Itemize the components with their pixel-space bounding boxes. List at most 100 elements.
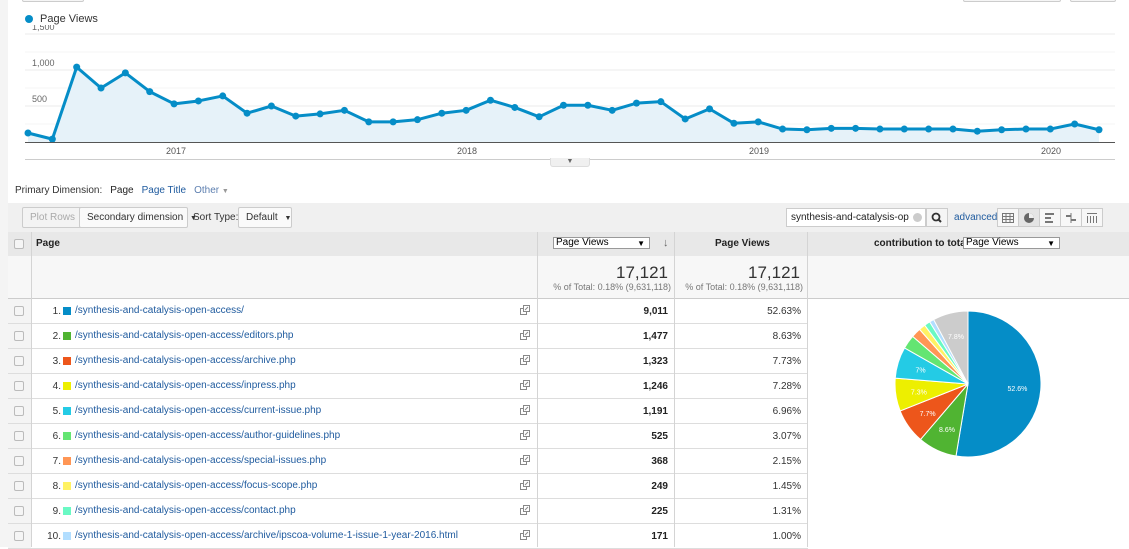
- search-button[interactable]: [926, 208, 948, 227]
- data-point: [1046, 125, 1054, 133]
- data-point: [194, 97, 202, 105]
- open-in-new-window-icon[interactable]: [520, 430, 530, 440]
- metric-select[interactable]: Page Views ▼: [553, 237, 650, 249]
- view-percentage-button[interactable]: [1018, 208, 1040, 227]
- row-index: 9.: [52, 506, 61, 517]
- data-point: [219, 92, 227, 100]
- page-link[interactable]: /synthesis-and-catalysis-open-access/inp…: [75, 380, 296, 391]
- pie-slice[interactable]: [955, 310, 1042, 458]
- page-link[interactable]: /synthesis-and-catalysis-open-access/foc…: [75, 480, 317, 491]
- row-checkbox[interactable]: [14, 531, 24, 541]
- row-checkbox[interactable]: [14, 306, 24, 316]
- data-point: [267, 102, 275, 110]
- contribution-percent: 52.63%: [767, 306, 801, 317]
- row-checkbox[interactable]: [14, 381, 24, 391]
- column-header-page-views[interactable]: Page Views: [715, 238, 770, 249]
- y-tick-label: 500: [32, 94, 47, 104]
- data-point: [608, 106, 616, 114]
- page-link[interactable]: /synthesis-and-catalysis-open-access/spe…: [75, 455, 326, 466]
- y-tick-label: 1,000: [32, 58, 55, 68]
- open-in-new-window-icon[interactable]: [520, 480, 530, 490]
- row-checkbox[interactable]: [14, 356, 24, 366]
- total-page-views: 17,121: [616, 263, 668, 282]
- data-point: [73, 63, 81, 71]
- dimension-other[interactable]: Other ▼: [194, 185, 229, 196]
- row-index: 10.: [47, 531, 61, 542]
- data-point: [754, 118, 762, 126]
- contribution-select[interactable]: Page Views ▼: [963, 237, 1060, 249]
- data-point: [486, 96, 494, 104]
- chart-interval-toggle[interactable]: [963, 0, 1061, 2]
- table-row: 8. /synthesis-and-catalysis-open-access/f…: [8, 474, 808, 499]
- page-views-line-chart[interactable]: 500 1,000 1,500 2017 2018 2019 2020: [0, 25, 1129, 165]
- view-pivot-button[interactable]: [1081, 208, 1103, 227]
- legend-label: Page Views: [40, 13, 98, 25]
- dimension-page[interactable]: Page: [110, 185, 133, 196]
- row-checkbox[interactable]: [14, 456, 24, 466]
- data-point: [827, 124, 835, 132]
- table-filter-input[interactable]: synthesis-and-catalysis-op: [786, 208, 926, 227]
- dimension-page-title[interactable]: Page Title: [142, 185, 186, 196]
- table-row: 1. /synthesis-and-catalysis-open-access/9…: [8, 299, 808, 324]
- row-checkbox[interactable]: [14, 331, 24, 341]
- view-performance-button[interactable]: [1039, 208, 1061, 227]
- open-in-new-window-icon[interactable]: [520, 330, 530, 340]
- totals-row: 17,121 % of Total: 0.18% (9,631,118) 17,…: [8, 256, 1129, 299]
- secondary-dimension-dropdown[interactable]: Secondary dimension ▼: [79, 207, 197, 228]
- sort-descending-icon[interactable]: ↓: [663, 237, 669, 249]
- page-link[interactable]: /synthesis-and-catalysis-open-access/edi…: [75, 330, 293, 341]
- view-data-button[interactable]: [997, 208, 1019, 227]
- pie-slice-label: 8.6%: [939, 427, 955, 434]
- page-views-value: 1,477: [642, 331, 668, 342]
- page-link[interactable]: /synthesis-and-catalysis-open-access/arc…: [75, 355, 296, 366]
- select-all-checkbox[interactable]: [14, 239, 24, 249]
- page-link[interactable]: /synthesis-and-catalysis-open-access/arc…: [75, 530, 458, 541]
- view-comparison-button[interactable]: [1060, 208, 1082, 227]
- row-checkbox[interactable]: [14, 431, 24, 441]
- open-in-new-window-icon[interactable]: [520, 505, 530, 515]
- primary-dimension-bar: Primary Dimension: Page Page Title Other…: [15, 185, 229, 196]
- date-range-button[interactable]: [22, 0, 84, 2]
- total-page-views-percent-2: % of Total: 0.18% (9,631,118): [685, 282, 803, 292]
- contribution-pie-chart[interactable]: 52.6% 8.6% 7.7% 7.3% 7% 7.8%: [890, 306, 1050, 466]
- row-index: 2.: [52, 331, 61, 342]
- row-checkbox[interactable]: [14, 481, 24, 491]
- data-point: [535, 113, 543, 121]
- column-header-page[interactable]: Page: [36, 238, 60, 249]
- clear-icon[interactable]: [913, 213, 922, 222]
- page-link[interactable]: /synthesis-and-catalysis-open-access/con…: [75, 505, 296, 516]
- x-tick-label: 2017: [166, 146, 186, 156]
- column-divider: [807, 232, 808, 547]
- collapse-chart-handle[interactable]: ▼: [550, 158, 590, 167]
- row-checkbox[interactable]: [14, 506, 24, 516]
- data-point: [462, 106, 470, 114]
- open-in-new-window-icon[interactable]: [520, 530, 530, 540]
- page-link[interactable]: /synthesis-and-catalysis-open-access/aut…: [75, 430, 340, 441]
- contribution-percent: 3.07%: [772, 431, 801, 442]
- open-in-new-window-icon[interactable]: [520, 405, 530, 415]
- page-link[interactable]: /synthesis-and-catalysis-open-access/: [75, 305, 244, 316]
- data-point: [584, 101, 592, 109]
- data-point: [511, 103, 519, 111]
- dimension-other-label: Other: [194, 185, 220, 196]
- pie-icon: [1024, 212, 1034, 223]
- row-index: 4.: [52, 381, 61, 392]
- plot-rows-button[interactable]: Plot Rows: [22, 207, 84, 228]
- chart-legend[interactable]: Page Views: [25, 13, 98, 25]
- open-in-new-window-icon[interactable]: [520, 355, 530, 365]
- advanced-filter-link[interactable]: advanced: [954, 212, 997, 223]
- dropdown-arrow-icon: ▼: [637, 239, 645, 248]
- open-in-new-window-icon[interactable]: [520, 305, 530, 315]
- column-divider: [31, 232, 32, 547]
- data-point: [1022, 125, 1030, 133]
- page-link[interactable]: /synthesis-and-catalysis-open-access/cur…: [75, 405, 321, 416]
- open-in-new-window-icon[interactable]: [520, 380, 530, 390]
- page-views-value: 1,191: [642, 406, 668, 417]
- y-tick-label: 1,500: [32, 25, 55, 32]
- open-in-new-window-icon[interactable]: [520, 455, 530, 465]
- data-point: [1071, 120, 1079, 128]
- chart-options-button[interactable]: [1070, 0, 1116, 2]
- sort-type-dropdown[interactable]: Default ▼: [238, 207, 292, 228]
- row-checkbox[interactable]: [14, 406, 24, 416]
- contribution-percent: 8.63%: [772, 331, 801, 342]
